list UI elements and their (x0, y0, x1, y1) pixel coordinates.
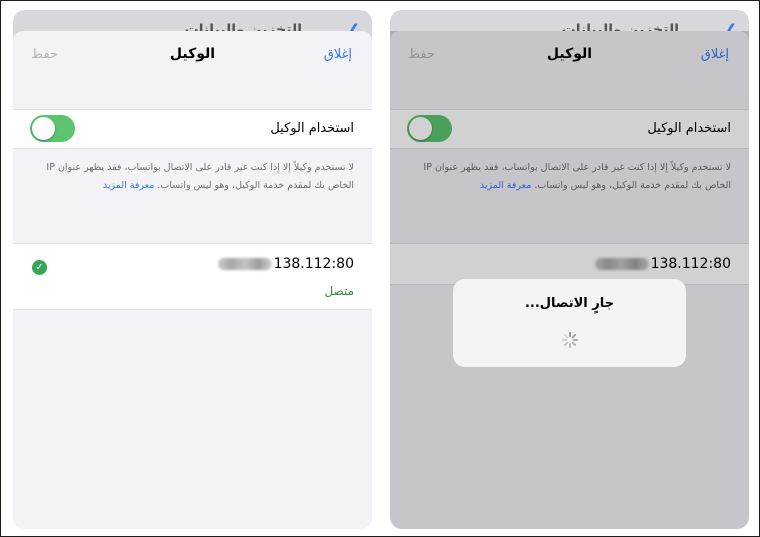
use-proxy-row: استخدام الوكيل (13, 109, 372, 149)
page-title: الوكيل (169, 46, 216, 62)
dialog-title: جارٍ الاتصال... (524, 296, 615, 311)
connecting-dialog: جارٍ الاتصال... (453, 279, 686, 367)
learn-more-link[interactable]: معرفة المزيد (103, 180, 154, 191)
spinner-icon (561, 331, 579, 349)
proxy-description: لا تستخدم وكيلاً إلا إذا كنت غير قادر عل… (29, 159, 354, 195)
use-proxy-label: استخدام الوكيل (270, 121, 354, 136)
use-proxy-switch[interactable] (30, 115, 75, 142)
proxy-screen-connecting: التخزين والبيانات ❮ حفظ الوكيل إغلاق است… (390, 10, 749, 529)
description-text: لا تستخدم وكيلاً إلا إذا كنت غير قادر عل… (46, 162, 354, 191)
connection-status: متصل (324, 284, 354, 298)
proxy-entry[interactable]: 138.112:80 ✓ متصل (13, 243, 372, 310)
proxy-address: 138.112:80 (217, 256, 354, 272)
proxy-sheet: حفظ الوكيل إغلاق استخدام الوكيل لا تستخد… (13, 31, 372, 529)
check-circle-icon: ✓ (32, 260, 47, 275)
switch-knob (32, 117, 55, 140)
close-button[interactable]: إغلاق (324, 47, 352, 62)
proxy-address-text: 138.112:80 (273, 256, 354, 272)
nav-bar: حفظ الوكيل إغلاق (13, 31, 372, 79)
proxy-screen-connected: التخزين والبيانات ❮ حفظ الوكيل إغلاق است… (13, 10, 372, 529)
screenshot-frame: التخزين والبيانات ❮ حفظ الوكيل إغلاق است… (0, 0, 760, 537)
redacted-ip (217, 258, 272, 270)
